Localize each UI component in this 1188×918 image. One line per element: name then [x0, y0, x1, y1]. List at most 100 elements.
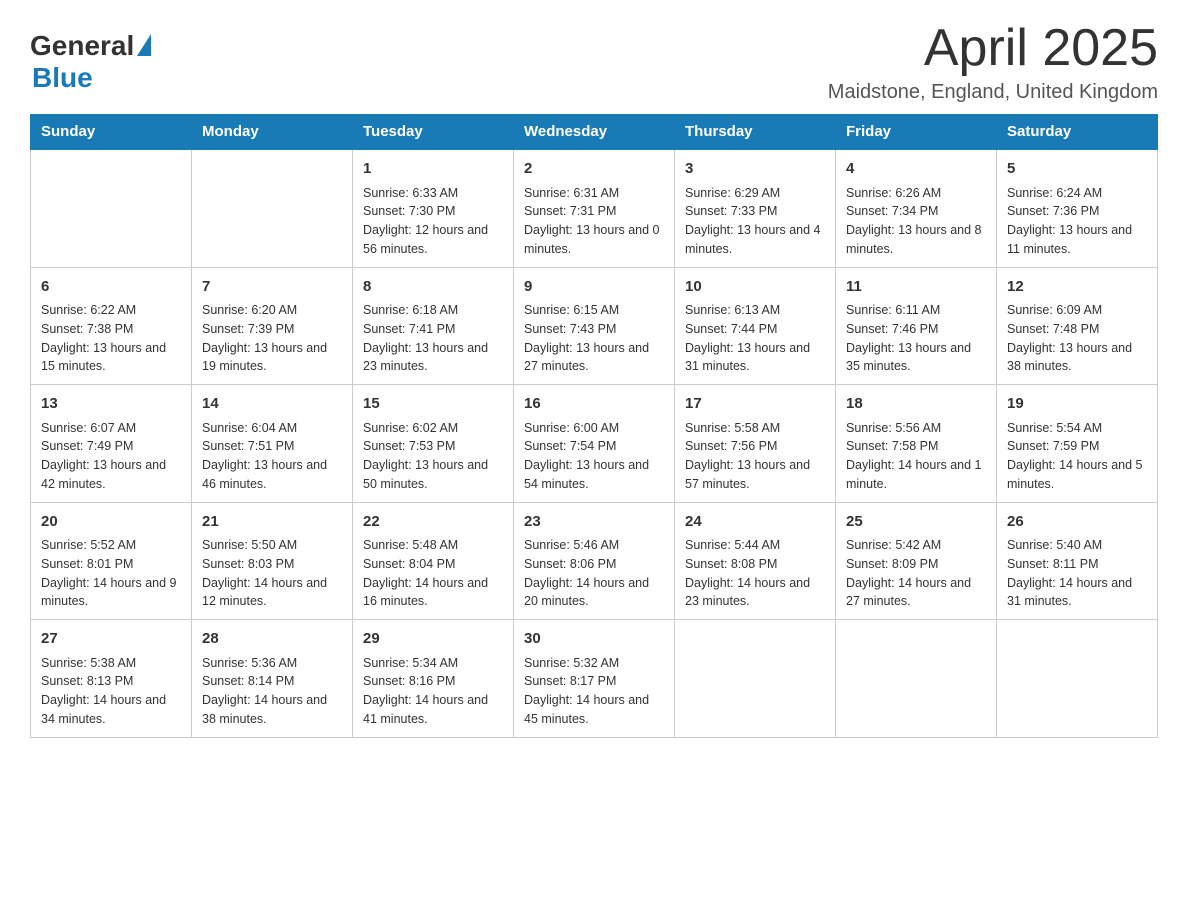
day-info: Sunrise: 6:02 AMSunset: 7:53 PMDaylight:…	[363, 419, 503, 494]
calendar-cell	[192, 149, 353, 267]
page-header: General Blue April 2025 Maidstone, Engla…	[30, 20, 1158, 104]
day-info: Sunrise: 6:29 AMSunset: 7:33 PMDaylight:…	[685, 184, 825, 259]
calendar-body: 1 Sunrise: 6:33 AMSunset: 7:30 PMDaylight…	[31, 149, 1158, 737]
weekday-header-thursday: Thursday	[675, 115, 836, 150]
day-info: Sunrise: 5:32 AMSunset: 8:17 PMDaylight:…	[524, 654, 664, 729]
day-info: Sunrise: 5:50 AMSunset: 8:03 PMDaylight:…	[202, 536, 342, 611]
day-number: 15	[363, 393, 503, 416]
calendar-week-row: 1 Sunrise: 6:33 AMSunset: 7:30 PMDaylight…	[31, 149, 1158, 267]
day-info: Sunrise: 6:18 AMSunset: 7:41 PMDaylight:…	[363, 301, 503, 376]
calendar-cell: 22Sunrise: 5:48 AMSunset: 8:04 PMDayligh…	[353, 502, 514, 620]
day-number: 19	[1007, 393, 1147, 416]
day-info: Sunrise: 5:44 AMSunset: 8:08 PMDaylight:…	[685, 536, 825, 611]
weekday-header-friday: Friday	[836, 115, 997, 150]
day-info: Sunrise: 6:15 AMSunset: 7:43 PMDaylight:…	[524, 301, 664, 376]
weekday-header-row: SundayMondayTuesdayWednesdayThursdayFrid…	[31, 115, 1158, 150]
calendar-cell: 27 Sunrise: 5:38 AMSunset: 8:13 PMDayligh…	[31, 620, 192, 738]
day-number: 22	[363, 511, 503, 534]
calendar-cell: 5 Sunrise: 6:24 AMSunset: 7:36 PMDaylight…	[997, 149, 1158, 267]
day-info: Sunrise: 5:42 AMSunset: 8:09 PMDaylight:…	[846, 536, 986, 611]
day-number: 13	[41, 393, 181, 416]
calendar-week-row: 20Sunrise: 5:52 AMSunset: 8:01 PMDayligh…	[31, 502, 1158, 620]
day-info: Sunrise: 6:33 AMSunset: 7:30 PMDaylight:…	[363, 184, 503, 259]
calendar-cell: 14 Sunrise: 6:04 AMSunset: 7:51 PMDayligh…	[192, 385, 353, 503]
day-number: 5	[1007, 158, 1147, 181]
day-number: 6	[41, 276, 181, 299]
calendar-cell: 2 Sunrise: 6:31 AMSunset: 7:31 PMDaylight…	[514, 149, 675, 267]
day-number: 27	[41, 628, 181, 651]
calendar-table: SundayMondayTuesdayWednesdayThursdayFrid…	[30, 114, 1158, 738]
day-info: Sunrise: 5:36 AMSunset: 8:14 PMDaylight:…	[202, 654, 342, 729]
calendar-cell: 9Sunrise: 6:15 AMSunset: 7:43 PMDaylight…	[514, 267, 675, 385]
calendar-cell: 3 Sunrise: 6:29 AMSunset: 7:33 PMDaylight…	[675, 149, 836, 267]
day-number: 3	[685, 158, 825, 181]
day-number: 14	[202, 393, 342, 416]
calendar-cell: 30 Sunrise: 5:32 AMSunset: 8:17 PMDayligh…	[514, 620, 675, 738]
title-section: April 2025 Maidstone, England, United Ki…	[828, 20, 1158, 104]
day-number: 16	[524, 393, 664, 416]
day-number: 7	[202, 276, 342, 299]
day-info: Sunrise: 5:56 AMSunset: 7:58 PMDaylight:…	[846, 419, 986, 494]
calendar-cell: 19 Sunrise: 5:54 AMSunset: 7:59 PMDayligh…	[997, 385, 1158, 503]
day-number: 12	[1007, 276, 1147, 299]
calendar-cell: 28Sunrise: 5:36 AMSunset: 8:14 PMDayligh…	[192, 620, 353, 738]
day-number: 9	[524, 276, 664, 299]
day-number: 11	[846, 276, 986, 299]
day-number: 30	[524, 628, 664, 651]
day-info: Sunrise: 5:48 AMSunset: 8:04 PMDaylight:…	[363, 536, 503, 611]
day-info: Sunrise: 5:46 AMSunset: 8:06 PMDaylight:…	[524, 536, 664, 611]
weekday-header-monday: Monday	[192, 115, 353, 150]
day-number: 2	[524, 158, 664, 181]
day-number: 25	[846, 511, 986, 534]
day-info: Sunrise: 6:31 AMSunset: 7:31 PMDaylight:…	[524, 184, 664, 259]
logo-triangle-icon	[137, 34, 151, 56]
day-number: 10	[685, 276, 825, 299]
day-info: Sunrise: 6:24 AMSunset: 7:36 PMDaylight:…	[1007, 184, 1147, 259]
day-number: 29	[363, 628, 503, 651]
day-info: Sunrise: 5:54 AMSunset: 7:59 PMDaylight:…	[1007, 419, 1147, 494]
day-info: Sunrise: 6:09 AMSunset: 7:48 PMDaylight:…	[1007, 301, 1147, 376]
calendar-week-row: 27 Sunrise: 5:38 AMSunset: 8:13 PMDayligh…	[31, 620, 1158, 738]
calendar-cell: 20Sunrise: 5:52 AMSunset: 8:01 PMDayligh…	[31, 502, 192, 620]
day-number: 23	[524, 511, 664, 534]
day-info: Sunrise: 6:13 AMSunset: 7:44 PMDaylight:…	[685, 301, 825, 376]
day-number: 8	[363, 276, 503, 299]
day-info: Sunrise: 5:38 AMSunset: 8:13 PMDaylight:…	[41, 654, 181, 729]
day-number: 4	[846, 158, 986, 181]
calendar-cell: 15 Sunrise: 6:02 AMSunset: 7:53 PMDayligh…	[353, 385, 514, 503]
logo-general-text: General	[30, 30, 134, 62]
day-info: Sunrise: 6:22 AMSunset: 7:38 PMDaylight:…	[41, 301, 181, 376]
month-title: April 2025	[828, 20, 1158, 77]
calendar-week-row: 6Sunrise: 6:22 AMSunset: 7:38 PMDaylight…	[31, 267, 1158, 385]
calendar-cell	[997, 620, 1158, 738]
calendar-cell	[675, 620, 836, 738]
weekday-header-sunday: Sunday	[31, 115, 192, 150]
day-info: Sunrise: 6:00 AMSunset: 7:54 PMDaylight:…	[524, 419, 664, 494]
day-info: Sunrise: 5:34 AMSunset: 8:16 PMDaylight:…	[363, 654, 503, 729]
weekday-header-tuesday: Tuesday	[353, 115, 514, 150]
calendar-cell: 12Sunrise: 6:09 AMSunset: 7:48 PMDayligh…	[997, 267, 1158, 385]
day-number: 21	[202, 511, 342, 534]
calendar-cell: 1 Sunrise: 6:33 AMSunset: 7:30 PMDaylight…	[353, 149, 514, 267]
calendar-week-row: 13Sunrise: 6:07 AMSunset: 7:49 PMDayligh…	[31, 385, 1158, 503]
calendar-cell: 8Sunrise: 6:18 AMSunset: 7:41 PMDaylight…	[353, 267, 514, 385]
day-info: Sunrise: 6:20 AMSunset: 7:39 PMDaylight:…	[202, 301, 342, 376]
calendar-cell	[836, 620, 997, 738]
day-number: 1	[363, 158, 503, 181]
calendar-cell: 24Sunrise: 5:44 AMSunset: 8:08 PMDayligh…	[675, 502, 836, 620]
day-info: Sunrise: 5:40 AMSunset: 8:11 PMDaylight:…	[1007, 536, 1147, 611]
calendar-cell: 4Sunrise: 6:26 AMSunset: 7:34 PMDaylight…	[836, 149, 997, 267]
calendar-cell	[31, 149, 192, 267]
calendar-cell: 23Sunrise: 5:46 AMSunset: 8:06 PMDayligh…	[514, 502, 675, 620]
calendar-cell: 16 Sunrise: 6:00 AMSunset: 7:54 PMDayligh…	[514, 385, 675, 503]
day-info: Sunrise: 6:11 AMSunset: 7:46 PMDaylight:…	[846, 301, 986, 376]
calendar-cell: 26Sunrise: 5:40 AMSunset: 8:11 PMDayligh…	[997, 502, 1158, 620]
calendar-cell: 17Sunrise: 5:58 AMSunset: 7:56 PMDayligh…	[675, 385, 836, 503]
day-info: Sunrise: 6:04 AMSunset: 7:51 PMDaylight:…	[202, 419, 342, 494]
calendar-cell: 10Sunrise: 6:13 AMSunset: 7:44 PMDayligh…	[675, 267, 836, 385]
calendar-cell: 18Sunrise: 5:56 AMSunset: 7:58 PMDayligh…	[836, 385, 997, 503]
calendar-cell: 29 Sunrise: 5:34 AMSunset: 8:16 PMDayligh…	[353, 620, 514, 738]
calendar-cell: 6Sunrise: 6:22 AMSunset: 7:38 PMDaylight…	[31, 267, 192, 385]
day-number: 17	[685, 393, 825, 416]
logo: General Blue	[30, 20, 151, 94]
